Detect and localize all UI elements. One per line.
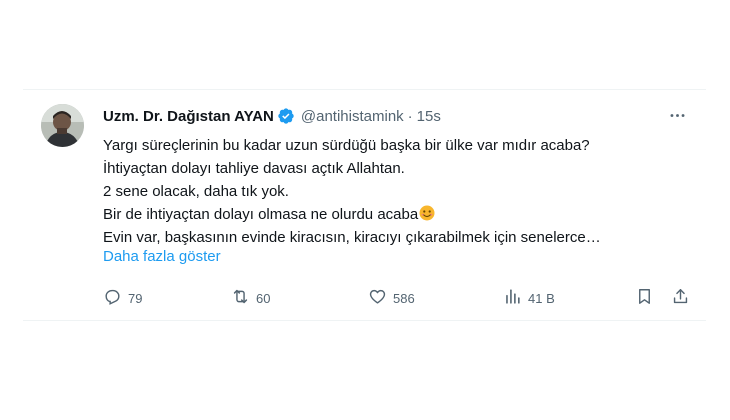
repost-count: 60 — [256, 290, 271, 306]
author-handle[interactable]: @antihistamink — [301, 108, 404, 125]
author-name[interactable]: Uzm. Dr. Dağıstan AYAN — [103, 108, 274, 125]
views-button[interactable]: 41 B — [503, 286, 555, 310]
separator-dot: · — [407, 107, 413, 125]
tweet-line-with-emoji: Bir de ihtiyaçtan dolayı olmasa ne olurd… — [103, 203, 693, 226]
tweet-line: İhtiyaçtan dolayı tahliye davası açtık A… — [103, 160, 405, 177]
heart-icon — [368, 287, 387, 309]
avatar-photo — [41, 104, 84, 147]
tweet-actions: 79 60 586 41 B — [103, 286, 693, 310]
share-icon — [671, 287, 690, 309]
show-more-link[interactable]: Daha fazla göster — [103, 248, 221, 265]
bookmark-button[interactable] — [635, 286, 654, 310]
like-count: 586 — [393, 290, 415, 306]
tweet-text: Yargı süreçlerinin bu kadar uzun sürdüğü… — [103, 134, 693, 249]
view-count: 41 B — [528, 290, 555, 306]
reply-count: 79 — [128, 290, 143, 306]
repost-button[interactable]: 60 — [231, 286, 270, 310]
tweet-header: Uzm. Dr. Dağıstan AYAN @antihistamink · … — [103, 106, 441, 126]
bookmark-icon — [635, 287, 654, 309]
verified-badge-icon — [277, 107, 295, 125]
more-dots-icon[interactable] — [666, 104, 688, 126]
like-button[interactable]: 586 — [368, 286, 415, 310]
share-button[interactable] — [671, 286, 690, 310]
tweet-timestamp[interactable]: 15s — [417, 108, 441, 125]
avatar[interactable] — [41, 104, 84, 147]
views-bars-icon — [503, 287, 522, 309]
reply-button[interactable]: 79 — [103, 286, 142, 310]
repost-icon — [231, 287, 250, 309]
tweet-line: Bir de ihtiyaçtan dolayı olmasa ne olurd… — [103, 206, 419, 223]
tweet-line: Evin var, başkasının evinde kiracısın, k… — [103, 229, 601, 246]
tweet-line: Yargı süreçlerinin bu kadar uzun sürdüğü… — [103, 137, 590, 154]
reply-bubble-icon — [103, 287, 122, 309]
smiling-face-emoji-icon — [419, 205, 435, 221]
tweet-card[interactable]: Uzm. Dr. Dağıstan AYAN @antihistamink · … — [23, 89, 706, 321]
tweet-line: 2 sene olacak, daha tık yok. — [103, 183, 289, 200]
